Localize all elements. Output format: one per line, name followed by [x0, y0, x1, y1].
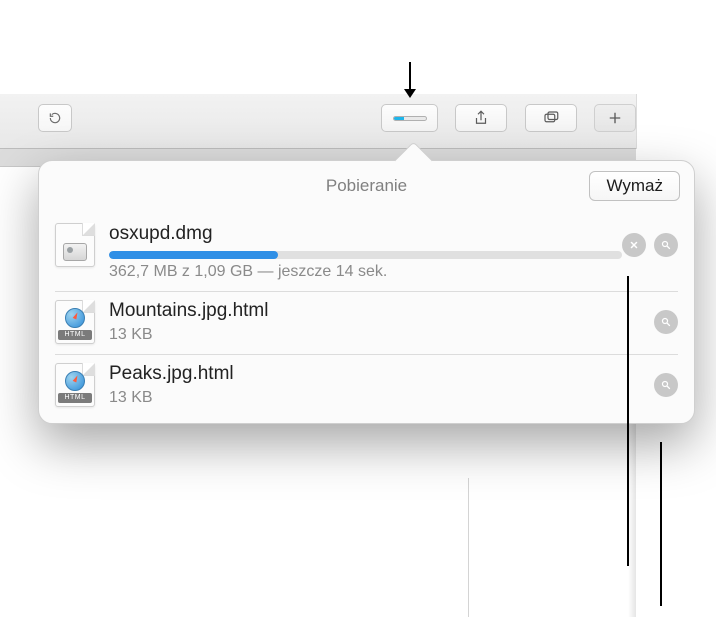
plus-icon: [606, 109, 624, 127]
share-icon: [472, 109, 490, 127]
reveal-in-finder-button[interactable]: [654, 233, 678, 257]
reload-button[interactable]: [38, 104, 72, 132]
download-filename: Mountains.jpg.html: [109, 300, 654, 322]
downloads-progress-fill: [394, 117, 405, 120]
download-status: 13 KB: [109, 389, 654, 407]
magnifier-icon: [660, 239, 672, 251]
html-badge: HTML: [58, 330, 92, 340]
file-icon-html: HTML: [55, 300, 95, 344]
callout-arrow-downloads: [409, 62, 411, 96]
callout-line-reveal: [660, 442, 662, 606]
download-progress-fill: [109, 251, 278, 259]
download-progress-bar: [109, 251, 622, 259]
magnifier-icon: [660, 379, 672, 391]
new-tab-button[interactable]: [594, 104, 636, 132]
downloads-progress-icon: [393, 116, 427, 121]
reveal-in-finder-button[interactable]: [654, 310, 678, 334]
file-icon-dmg: [55, 223, 95, 267]
download-row: HTML Peaks.jpg.html 13 KB: [39, 355, 694, 417]
close-icon: [628, 239, 640, 251]
download-filename: osxupd.dmg: [109, 223, 622, 245]
downloads-button[interactable]: [381, 104, 438, 132]
download-status: 13 KB: [109, 326, 654, 344]
downloads-list: osxupd.dmg 362,7 MB z 1,09 GB — jeszcze …: [39, 211, 694, 417]
magnifier-icon: [660, 316, 672, 328]
reveal-in-finder-button[interactable]: [654, 373, 678, 397]
html-badge: HTML: [58, 393, 92, 403]
download-row: osxupd.dmg 362,7 MB z 1,09 GB — jeszcze …: [39, 215, 694, 291]
show-tabs-button[interactable]: [525, 104, 577, 132]
share-button[interactable]: [455, 104, 507, 132]
file-icon-html: HTML: [55, 363, 95, 407]
downloads-popover: Pobieranie Wymaż osxupd.dmg 362,7 MB z 1…: [38, 160, 695, 424]
clear-button-label: Wymaż: [606, 176, 663, 196]
download-row: HTML Mountains.jpg.html 13 KB: [39, 292, 694, 354]
tabs-icon: [542, 109, 560, 127]
browser-toolbar: [0, 94, 716, 149]
callout-line-cancel: [627, 276, 629, 566]
window-edge: [636, 94, 716, 149]
download-filename: Peaks.jpg.html: [109, 363, 654, 385]
reload-icon: [48, 111, 62, 125]
download-status: 362,7 MB z 1,09 GB — jeszcze 14 sek.: [109, 263, 622, 281]
cancel-download-button[interactable]: [622, 233, 646, 257]
clear-downloads-button[interactable]: Wymaż: [589, 171, 680, 201]
